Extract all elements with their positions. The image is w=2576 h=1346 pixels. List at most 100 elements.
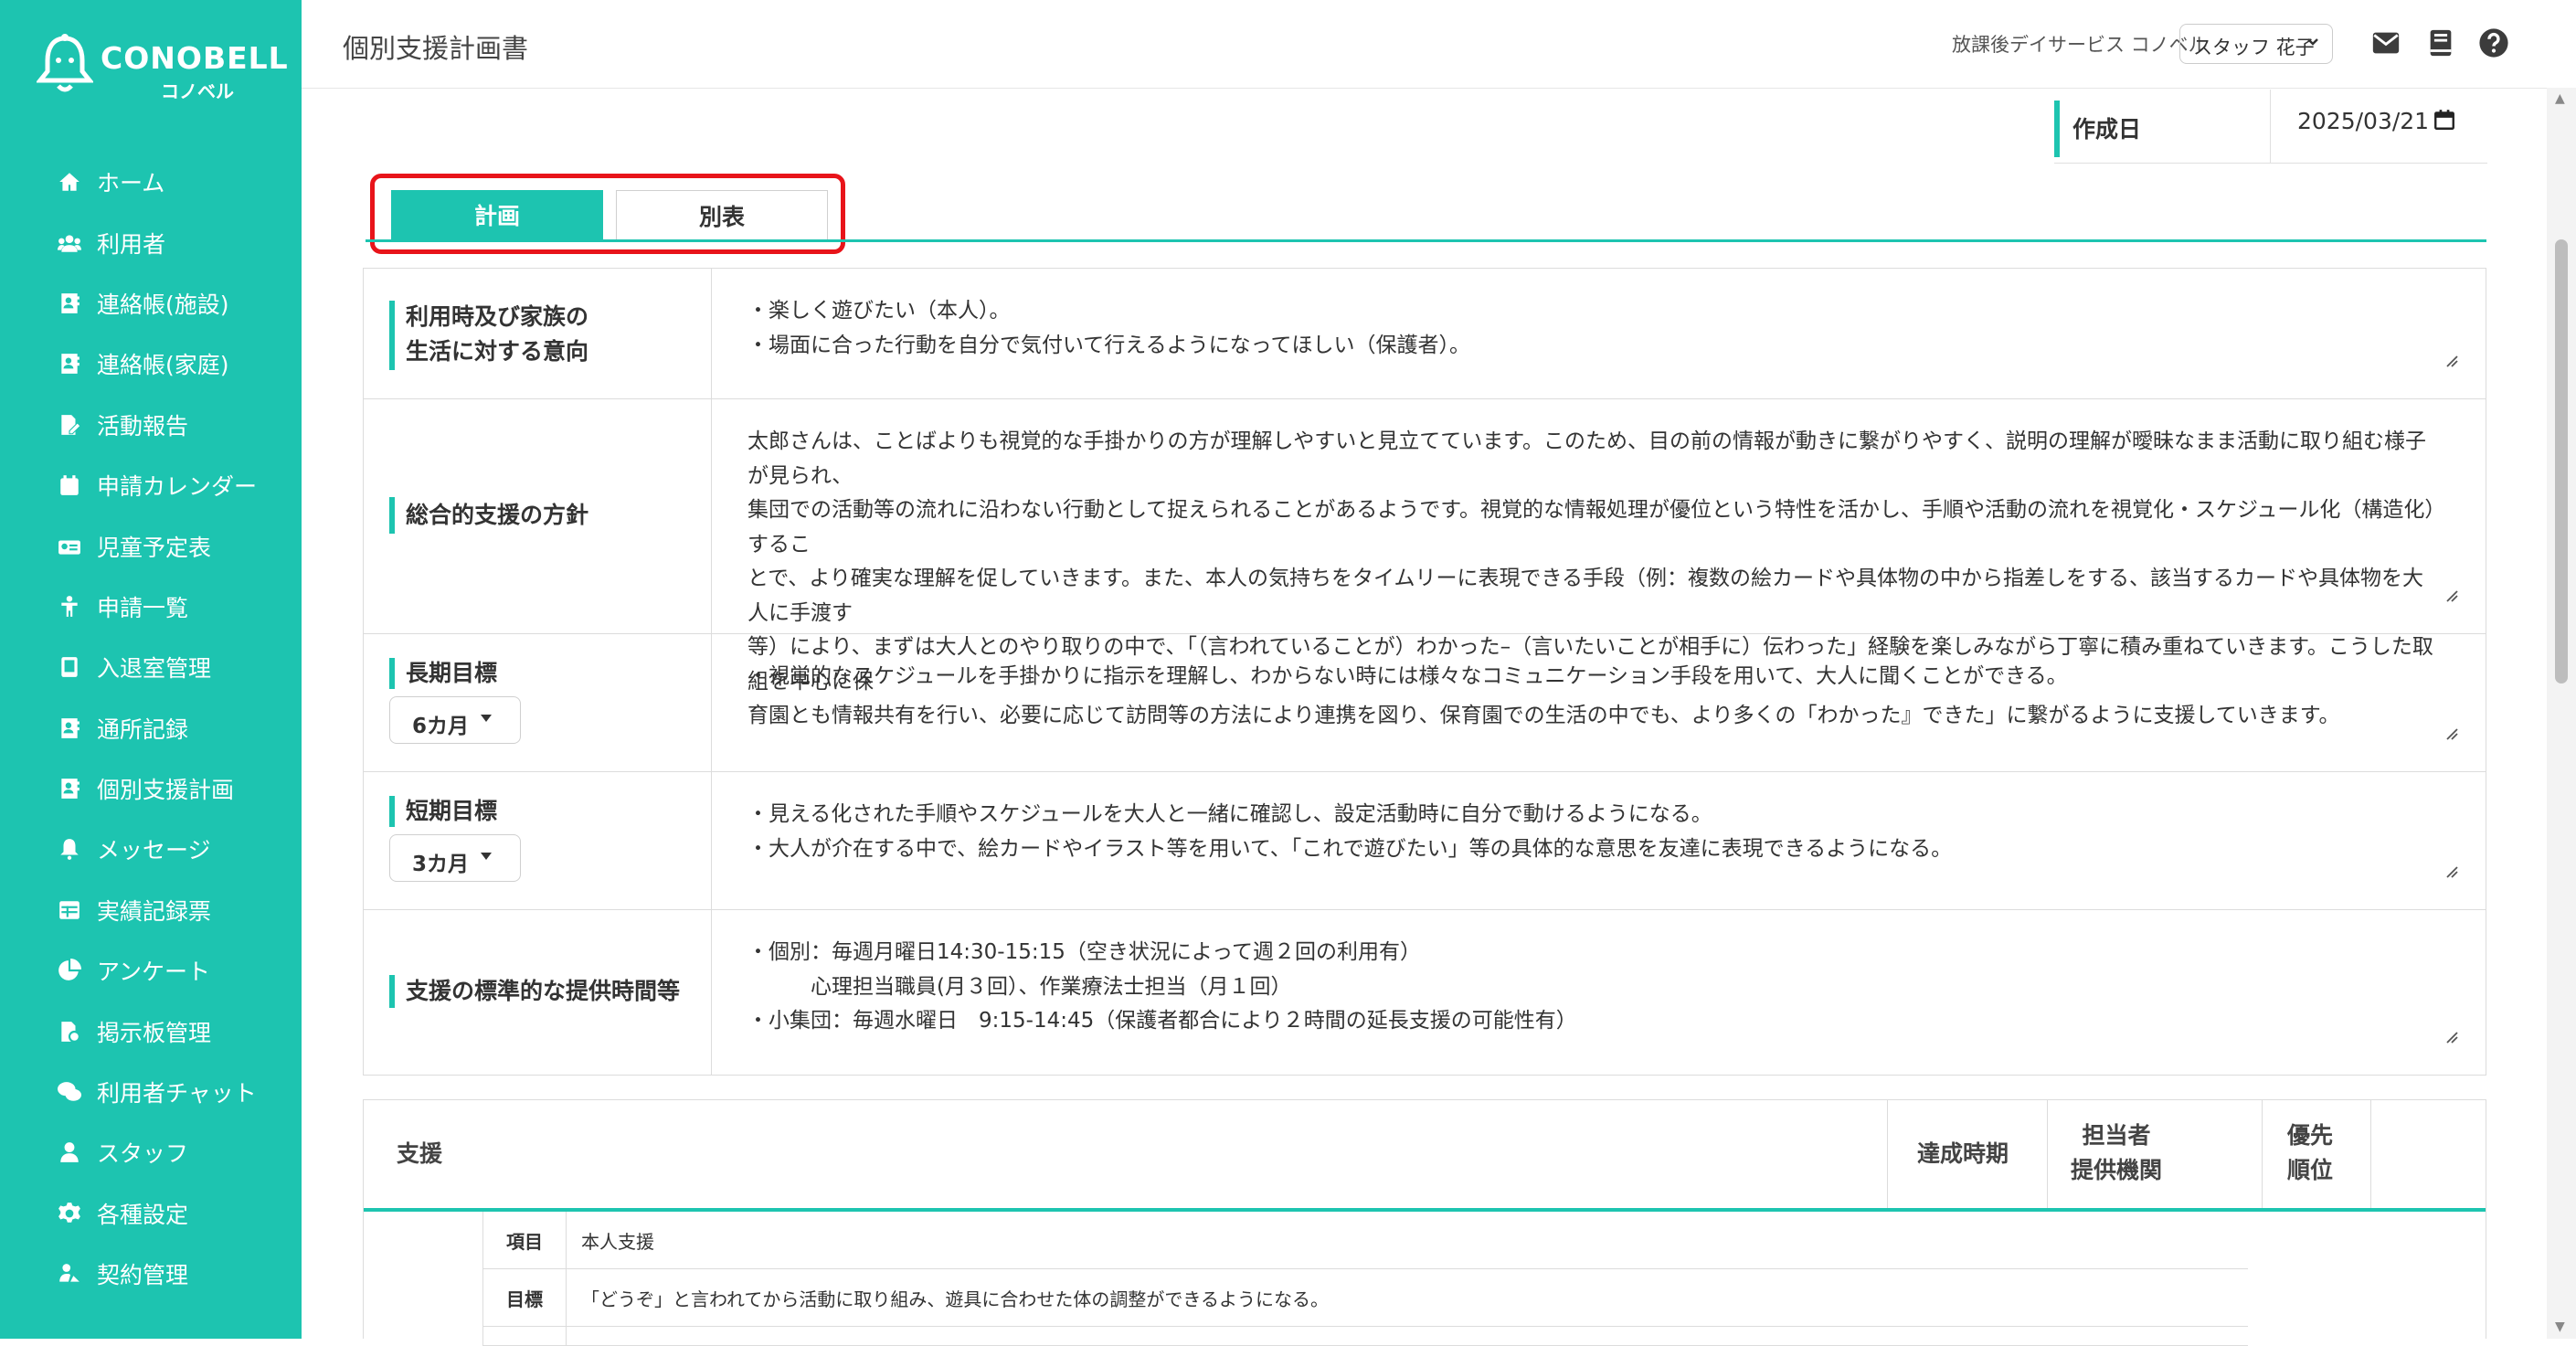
- facility-name: 放課後デイサービス コノベル: [1952, 34, 2208, 56]
- sidebar-item-label: 契約管理: [97, 1262, 189, 1289]
- policy-label: 総合的支援の方針: [406, 502, 589, 528]
- caret-down-icon: [481, 853, 492, 860]
- sidebar-item-label: 活動報告: [97, 412, 189, 440]
- report-edit-icon: [57, 412, 82, 438]
- hours-textarea[interactable]: ・個別：毎週月曜日14:30-15:15（空き状況によって週２回の利用有） 心理…: [747, 936, 2440, 1039]
- sidebar-item-label: アンケート: [97, 959, 211, 986]
- resize-handle-icon[interactable]: [2445, 1031, 2458, 1044]
- created-date-value: 2025/03/21: [2297, 108, 2430, 134]
- chat-icon: [57, 1079, 82, 1105]
- sidebar-item-contracts[interactable]: 契約管理: [0, 1244, 302, 1304]
- long-goal-textarea[interactable]: ・視覚的なスケジュールを手掛かりに指示を理解し、わからない時には様々なコミュニケ…: [747, 660, 2440, 694]
- resize-handle-icon[interactable]: [2445, 355, 2458, 367]
- sidebar-item-label: 連絡帳(施設): [97, 291, 229, 318]
- sidebar-item-request-calendar[interactable]: 申請カレンダー: [0, 455, 302, 515]
- sidebar-item-attendance[interactable]: 通所記録: [0, 698, 302, 758]
- sidebar-item-entry-exit[interactable]: 入退室管理: [0, 637, 302, 697]
- row-label-cell: 支援の標準的な提供時間等: [364, 910, 712, 1075]
- intent-label: 利用時及び家族の 生活に対する意向: [406, 300, 588, 369]
- support-header-priority-line2: 順位: [2287, 1157, 2334, 1183]
- row-label-cell: 長期目標 6カ月: [364, 634, 712, 771]
- sidebar-item-label: 児童予定表: [97, 534, 212, 561]
- sidebar-item-label: 掲示板管理: [97, 1019, 212, 1046]
- sidebar-item-performance[interactable]: 実績記録票: [0, 880, 302, 940]
- support-header-achieve: 達成時期: [1917, 1140, 2009, 1167]
- scroll-up-arrow-icon[interactable]: ▲: [2555, 91, 2565, 106]
- sidebar-item-home[interactable]: ホーム: [0, 152, 302, 212]
- row-label-cell: 短期目標 3カ月: [364, 772, 712, 909]
- text-line: ・視覚的なスケジュールを手掛かりに指示を理解し、わからない時には様々なコミュニケ…: [747, 664, 2068, 688]
- bell-icon: [57, 836, 82, 862]
- intent-label-line1: 利用時及び家族の: [406, 303, 589, 330]
- scrollbar-thumb[interactable]: [2555, 239, 2568, 684]
- calendar-picker-icon[interactable]: [2433, 108, 2456, 132]
- long-goal-period-select[interactable]: 6カ月: [389, 696, 521, 744]
- support-detail-table: 項目 本人支援 目標 「どうぞ」と言われてから活動に取り組み、遊具に合わせた体の…: [482, 1212, 2248, 1346]
- sidebar-item-support-plan[interactable]: 個別支援計画: [0, 758, 302, 819]
- sidebar-item-messages[interactable]: メッセージ: [0, 819, 302, 879]
- plan-row-hours: 支援の標準的な提供時間等 ・個別：毎週月曜日14:30-15:15（空き状況によ…: [363, 910, 2486, 1076]
- support-header-support: 支援: [397, 1140, 443, 1167]
- sidebar-item-staff[interactable]: スタッフ: [0, 1122, 302, 1182]
- contact-book-icon: [57, 291, 82, 316]
- sidebar-item-label: 連絡帳(家庭): [97, 352, 229, 379]
- column-separator: [2047, 1100, 2048, 1208]
- tablet-icon: [57, 654, 82, 680]
- plan-row-long-goal: 長期目標 6カ月 ・視覚的なスケジュールを手掛かりに指示を理解し、わからない時に…: [363, 634, 2486, 772]
- sidebar-item-survey[interactable]: アンケート: [0, 940, 302, 1001]
- sidebar-item-board[interactable]: 掲示板管理: [0, 1001, 302, 1061]
- support-header-priority-line1: 優先: [2287, 1122, 2334, 1149]
- sidebar-item-contact-home[interactable]: 連絡帳(家庭): [0, 334, 302, 394]
- intent-textarea[interactable]: ・楽しく遊びたい（本人）。 ・場面に合った行動を自分で気付いて行えるようになって…: [747, 294, 2440, 363]
- users-icon: [57, 230, 82, 256]
- sidebar-item-user-chat[interactable]: 利用者チャット: [0, 1062, 302, 1122]
- short-goal-textarea[interactable]: ・見える化された手順やスケジュールを大人と一緒に確認し、設定活動時に自分で動ける…: [747, 798, 2440, 866]
- schedule-icon: [57, 534, 82, 559]
- sidebar-item-label: 個別支援計画: [97, 777, 235, 804]
- sidebar-item-label: 各種設定: [97, 1201, 189, 1228]
- support-header-staff: 担当者 提供機関: [2071, 1118, 2162, 1188]
- text-line: ・楽しく遊びたい（本人）。: [747, 299, 1011, 323]
- staff-icon: [57, 1139, 82, 1165]
- page-title: 個別支援計画書: [343, 33, 529, 64]
- sidebar-item-settings[interactable]: 各種設定: [0, 1183, 302, 1244]
- child-icon: [57, 594, 82, 620]
- sidebar-item-label: 実績記録票: [97, 897, 212, 925]
- label-accent-bar: [389, 658, 395, 689]
- sidebar-item-users[interactable]: 利用者: [0, 212, 302, 272]
- staff-select[interactable]: スタッフ 花子: [2179, 24, 2333, 64]
- plan-table: 利用時及び家族の 生活に対する意向 ・楽しく遊びたい（本人）。 ・場面に合った行…: [363, 268, 2486, 1076]
- text-line: とで、より確実な理解を促していきます。また、本人の気持ちをタイムリーに表現できる…: [747, 567, 2424, 625]
- sidebar: CONOBELL コノベル ホーム 利用者 連絡帳(施設) 連絡帳(家庭) 活動…: [0, 0, 302, 1339]
- manual-book-icon[interactable]: [2423, 26, 2458, 60]
- support-detail-value[interactable]: 「どうぞ」と言われてから活動に取り組み、遊具に合わせた体の調整ができるようになる…: [581, 1269, 1329, 1326]
- created-date-label: 作成日: [2054, 101, 2270, 157]
- sidebar-item-request-list[interactable]: 申請一覧: [0, 577, 302, 637]
- scroll-down-arrow-icon[interactable]: ▼: [2555, 1320, 2565, 1334]
- support-detail-row: [482, 1327, 2248, 1346]
- sidebar-nav: ホーム 利用者 連絡帳(施設) 連絡帳(家庭) 活動報告 申請カレンダー 児童予…: [0, 152, 302, 1304]
- staff-select-value: スタッフ 花子: [2193, 37, 2315, 58]
- text-line: ・小集団：毎週水曜日 9:15-14:45（保護者都合により２時間の延長支援の可…: [747, 1009, 1577, 1033]
- text-line: 太郎さんは、ことばよりも視覚的な手掛かりの方が理解しやすいと見立てています。この…: [747, 429, 2427, 488]
- mail-icon[interactable]: [2369, 26, 2403, 60]
- short-goal-period-select[interactable]: 3カ月: [389, 834, 521, 882]
- row-label-cell: 総合的支援の方針: [364, 399, 712, 633]
- text-line: 心理担当職員(月３回）、作業療法士担当（月１回）: [747, 974, 1292, 999]
- sidebar-item-label: 通所記録: [97, 715, 189, 743]
- resize-handle-icon[interactable]: [2445, 727, 2458, 740]
- brand-logo[interactable]: CONOBELL コノベル: [37, 33, 288, 106]
- sidebar-item-activity-report[interactable]: 活動報告: [0, 395, 302, 455]
- resize-handle-icon[interactable]: [2445, 589, 2458, 602]
- label-accent-bar: [389, 497, 395, 534]
- plan-row-policy: 総合的支援の方針 太郎さんは、ことばよりも視覚的な手掛かりの方が理解しやすいと見…: [363, 399, 2486, 727]
- sidebar-item-contact-facility[interactable]: 連絡帳(施設): [0, 273, 302, 334]
- resize-handle-icon[interactable]: [2445, 865, 2458, 878]
- plan-row-intent: 利用時及び家族の 生活に対する意向 ・楽しく遊びたい（本人）。 ・場面に合った行…: [363, 269, 2486, 399]
- text-line: 集団での活動等の流れに沿わない行動として捉えられることがあるようです。視覚的な情…: [747, 498, 2435, 556]
- top-header: 個別支援計画書 放課後デイサービス コノベル スタッフ 花子: [302, 0, 2576, 89]
- sidebar-item-child-schedule[interactable]: 児童予定表: [0, 515, 302, 576]
- support-detail-value[interactable]: 本人支援: [581, 1212, 654, 1268]
- help-icon[interactable]: [2476, 26, 2511, 60]
- support-header-priority: 優先 順位: [2287, 1118, 2333, 1188]
